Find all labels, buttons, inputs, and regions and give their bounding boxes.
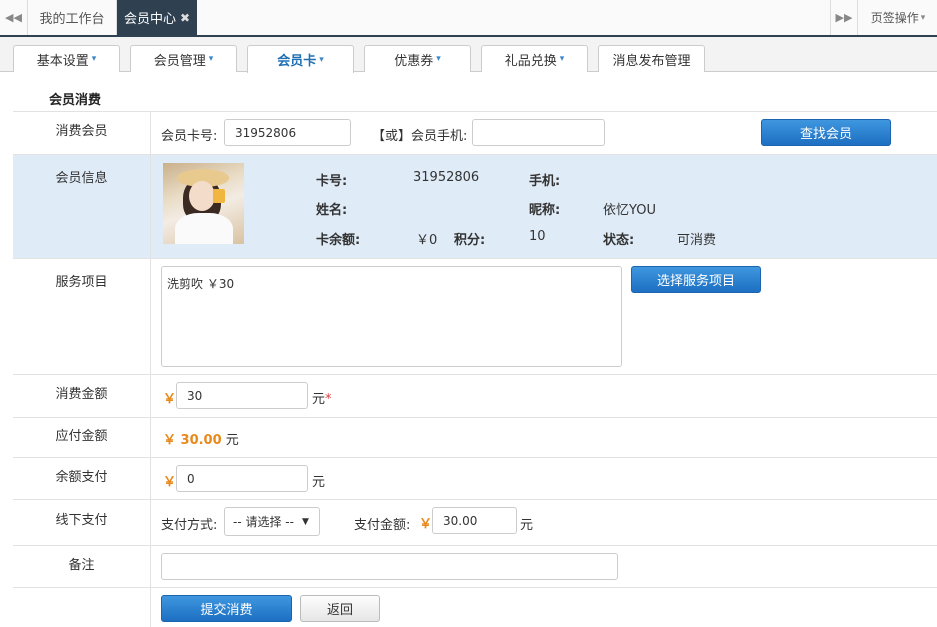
currency-symbol: ￥: [419, 517, 433, 532]
pay-method-select[interactable]: -- 请选择 -- ▼: [224, 507, 320, 536]
row-label: 会员信息: [13, 155, 151, 258]
subnav-coupons[interactable]: 优惠券 ▾: [364, 45, 471, 72]
row-amount: 消费金额 ￥ 30 元*: [13, 374, 937, 417]
phone-input[interactable]: [472, 119, 605, 146]
card-no-label: 会员卡号:: [161, 129, 218, 144]
row-balance-pay: 余额支付 ￥ 0 元: [13, 457, 937, 499]
info-card-no: 31952806: [413, 170, 480, 185]
dropdown-arrow-icon: ▼: [301, 516, 309, 527]
double-chevron-left-icon: ◀◀: [5, 11, 22, 24]
tab-home[interactable]: 我的工作台: [28, 0, 117, 35]
info-name-label: 姓名:: [316, 203, 348, 218]
row-actions: 提交消费 返回: [13, 587, 937, 627]
amount-input[interactable]: 30: [176, 382, 308, 409]
pay-amount-label: 支付金额:: [354, 518, 411, 533]
caret-down-icon: ▾: [920, 12, 926, 23]
chevron-down-icon: ▾: [319, 54, 324, 65]
select-service-button[interactable]: 选择服务项目: [631, 266, 761, 293]
remark-input[interactable]: [161, 553, 618, 580]
currency-symbol: ￥: [163, 475, 177, 490]
page-ops-menu[interactable]: 页签操作 ▾: [859, 0, 937, 35]
close-icon[interactable]: ✖: [180, 11, 190, 25]
service-textarea[interactable]: 洗剪吹 ￥30: [161, 266, 622, 367]
search-member-button[interactable]: 查找会员: [761, 119, 891, 146]
submit-consumption-button[interactable]: 提交消费: [161, 595, 292, 622]
balance-pay-input[interactable]: 0: [176, 465, 308, 492]
row-remark: 备注: [13, 545, 937, 587]
tabs-scroll-right-button[interactable]: ▶▶: [830, 0, 858, 35]
subnav-member-card[interactable]: 会员卡 ▾: [247, 45, 354, 73]
info-balance: ￥0: [416, 233, 438, 248]
row-label: 线下支付: [13, 500, 151, 545]
subnav-member-management[interactable]: 会员管理 ▾: [130, 45, 237, 72]
row-label: 备注: [13, 546, 151, 587]
chevron-down-icon: ▾: [559, 54, 565, 64]
amount-unit: 元: [312, 392, 326, 407]
row-payable: 应付金额 ￥ 30.00 元: [13, 417, 937, 457]
info-nickname: 依忆YOU: [603, 203, 656, 218]
member-avatar: [163, 163, 244, 244]
chevron-down-icon: ▾: [436, 54, 441, 64]
info-phone-label: 手机:: [529, 174, 561, 189]
sub-nav: 基本设置 ▾ 会员管理 ▾ 会员卡 ▾ 优惠券 ▾ 礼品兑换 ▾ 消息发布管理: [0, 37, 937, 73]
subnav-gift-exchange[interactable]: 礼品兑换 ▾: [481, 45, 588, 72]
row-label: 应付金额: [13, 418, 151, 457]
back-button[interactable]: 返回: [300, 595, 380, 622]
info-balance-label: 卡余额:: [316, 233, 361, 248]
pay-amount-input[interactable]: 30.00: [432, 507, 517, 534]
page-title: 会员消费: [49, 93, 102, 108]
or-phone-label: 【或】会员手机:: [372, 129, 468, 144]
row-label: 服务项目: [13, 259, 151, 374]
row-label: 消费会员: [13, 112, 151, 154]
row-label-empty: [13, 588, 151, 627]
tab-member-center[interactable]: 会员中心 ✖: [117, 0, 197, 35]
row-consumer: 消费会员 会员卡号: 31952806 【或】会员手机: 查找会员: [13, 111, 937, 154]
tabs-scroll-left-button[interactable]: ◀◀: [0, 0, 28, 35]
chevron-down-icon: ▾: [91, 54, 97, 64]
row-service: 服务项目 洗剪吹 ￥30 选择服务项目: [13, 258, 937, 374]
pay-method-label: 支付方式:: [161, 518, 218, 533]
currency-symbol: ￥: [163, 392, 177, 407]
chevron-down-icon: ▾: [208, 54, 214, 64]
card-no-input[interactable]: 31952806: [224, 119, 351, 146]
subnav-basic-settings[interactable]: 基本设置 ▾: [13, 45, 120, 72]
info-nickname-label: 昵称:: [529, 203, 561, 218]
info-status-label: 状态:: [603, 233, 635, 248]
info-points-label: 积分:: [454, 233, 486, 248]
payable-amount: ￥ 30.00: [163, 433, 222, 448]
double-chevron-right-icon: ▶▶: [835, 11, 853, 24]
row-label: 余额支付: [13, 458, 151, 499]
row-label: 消费金额: [13, 375, 151, 417]
info-points: 10: [529, 229, 546, 244]
row-offline-pay: 线下支付 支付方式: -- 请选择 -- ▼ 支付金额: ￥ 30.00 元: [13, 499, 937, 545]
info-card-no-label: 卡号:: [316, 174, 348, 189]
pay-amount-unit: 元: [520, 518, 534, 533]
info-status: 可消费: [677, 233, 717, 248]
payable-unit: 元: [225, 433, 239, 448]
row-member-info: 会员信息 卡号: 31952806 手机: 姓名: 昵称: 依忆YOU 卡余额:…: [13, 154, 937, 258]
required-mark: *: [325, 392, 332, 407]
balance-pay-unit: 元: [312, 475, 326, 490]
tab-bar: ◀◀ 我的工作台 会员中心 ✖ ▶▶ 页签操作 ▾: [0, 0, 937, 37]
subnav-message-publish[interactable]: 消息发布管理: [598, 45, 705, 72]
